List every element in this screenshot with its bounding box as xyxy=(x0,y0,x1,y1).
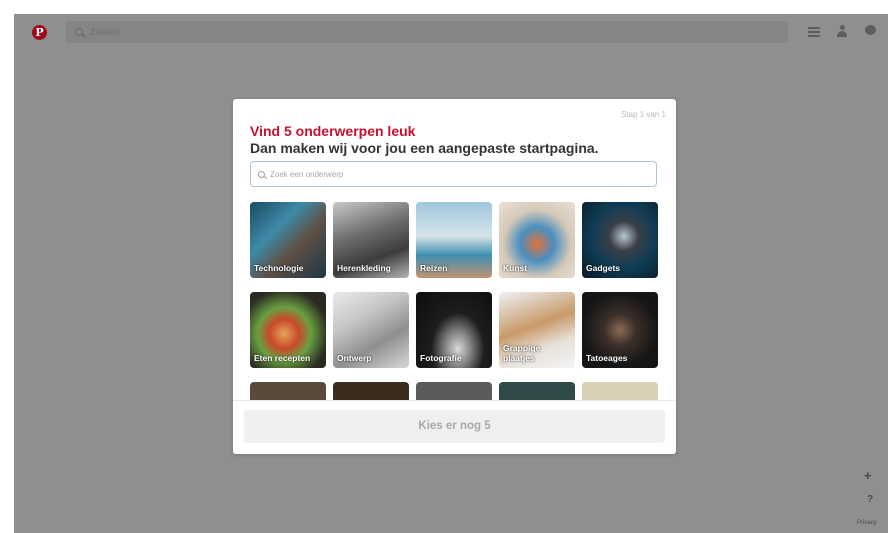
topic-tile[interactable]: Kunst xyxy=(499,202,575,278)
topic-tile[interactable]: Technologie xyxy=(250,202,326,278)
modal-footer: Kies er nog 5 xyxy=(233,400,676,454)
topic-tile[interactable]: Grappige plaatjes xyxy=(499,292,575,368)
topic-label: Kunst xyxy=(503,263,528,273)
topic-label: Technologie xyxy=(254,263,304,273)
search-icon xyxy=(75,28,83,36)
topic-grid: Technologie Herenkleding Reizen Kunst Ga… xyxy=(250,202,670,400)
search-icon xyxy=(258,170,265,178)
help-button[interactable]: ? xyxy=(867,494,873,505)
topic-tile[interactable] xyxy=(499,382,575,400)
choose-topics-button[interactable]: Kies er nog 5 xyxy=(244,410,665,443)
topic-tile[interactable]: Tatoeages xyxy=(582,292,658,368)
modal-subtitle: Dan maken wij voor jou een aangepaste st… xyxy=(250,140,599,156)
topic-tile[interactable] xyxy=(582,382,658,400)
topic-label: Gadgets xyxy=(586,263,621,273)
user-icon[interactable] xyxy=(837,25,847,37)
topic-search-placeholder: Zoek een onderwerp xyxy=(270,169,344,179)
topic-tile[interactable]: Eten recepten xyxy=(250,292,326,368)
topic-tile[interactable] xyxy=(333,382,409,400)
chat-icon[interactable] xyxy=(865,25,876,35)
topic-label: Eten recepten xyxy=(254,353,311,363)
topic-tile[interactable]: Fotografie xyxy=(416,292,492,368)
pinterest-logo[interactable]: P xyxy=(32,25,47,40)
privacy-link[interactable]: Privacy xyxy=(857,520,877,526)
global-search-input[interactable]: Zoeken xyxy=(66,21,788,43)
topic-search-input[interactable]: Zoek een onderwerp xyxy=(250,161,657,187)
topic-tile[interactable]: Reizen xyxy=(416,202,492,278)
topic-label: Reizen xyxy=(420,263,448,273)
footer-divider xyxy=(233,400,676,401)
topic-tile[interactable] xyxy=(250,382,326,400)
add-pin-button[interactable]: + xyxy=(864,468,872,483)
modal-title: Vind 5 onderwerpen leuk xyxy=(250,123,416,139)
onboarding-modal: Stap 1 van 1 Vind 5 onderwerpen leuk Dan… xyxy=(233,99,676,454)
top-bar: P Zoeken xyxy=(14,14,888,50)
topic-tile[interactable] xyxy=(416,382,492,400)
topic-tile[interactable]: Herenkleding xyxy=(333,202,409,278)
topic-label: Ontwerp xyxy=(337,353,372,363)
step-indicator: Stap 1 van 1 xyxy=(621,110,666,119)
topic-tile[interactable]: Gadgets xyxy=(582,202,658,278)
menu-icon[interactable] xyxy=(808,25,820,39)
topic-label: Fotografie xyxy=(420,353,462,363)
topic-label: Tatoeages xyxy=(586,353,628,363)
topic-label: Herenkleding xyxy=(337,263,391,273)
global-search-placeholder: Zoeken xyxy=(90,27,121,37)
topic-tile[interactable]: Ontwerp xyxy=(333,292,409,368)
topic-label: Grappige plaatjes xyxy=(503,343,541,363)
